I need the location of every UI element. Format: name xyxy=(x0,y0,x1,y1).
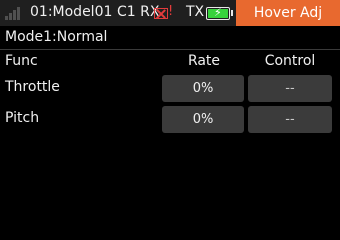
row-label-pitch: Pitch xyxy=(5,110,40,126)
column-header-func: Func xyxy=(5,53,38,69)
pitch-rate-field[interactable]: 0% xyxy=(162,106,244,133)
divider xyxy=(0,49,340,50)
rx-alert-icon: ! xyxy=(168,4,174,19)
tx-label: TX xyxy=(186,4,205,20)
flight-mode-label: Mode1:Normal xyxy=(5,29,108,45)
status-bar: 01:Model01 C1 RX ! TX ⚡ Hover Adj xyxy=(0,0,340,26)
page-title-tab[interactable]: Hover Adj xyxy=(236,0,340,26)
tx-battery-icon: ⚡ xyxy=(206,6,233,20)
throttle-control-field[interactable]: -- xyxy=(248,75,332,102)
row-label-throttle: Throttle xyxy=(5,79,60,95)
model-name[interactable]: 01:Model01 xyxy=(30,4,112,20)
column-header-rate: Rate xyxy=(187,53,221,69)
pitch-control-field[interactable]: -- xyxy=(248,106,332,133)
throttle-rate-field[interactable]: 0% xyxy=(162,75,244,102)
column-header-control: Control xyxy=(264,53,316,69)
signal-strength-icon xyxy=(5,6,25,20)
charging-bolt-icon: ⚡ xyxy=(214,6,222,19)
rx-disconnected-icon xyxy=(154,8,168,19)
